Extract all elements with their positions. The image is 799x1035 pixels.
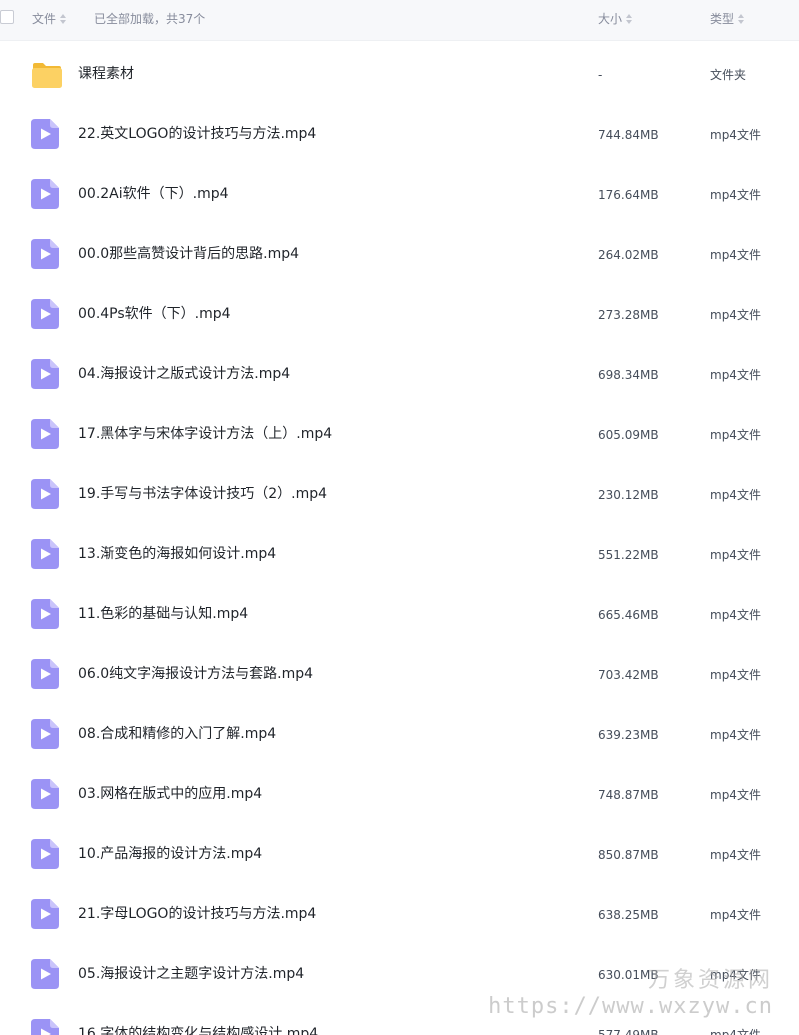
- file-size: 264.02MB: [598, 248, 659, 262]
- file-row[interactable]: 00.0那些高赞设计背后的思路.mp4 264.02MB mp4文件: [0, 224, 799, 284]
- file-type: mp4文件: [710, 968, 761, 982]
- file-type: mp4文件: [710, 608, 761, 622]
- file-name[interactable]: 课程素材: [78, 65, 134, 83]
- video-file-icon: [31, 239, 59, 273]
- file-type: mp4文件: [710, 908, 761, 922]
- file-name[interactable]: 16.字体的结构变化与结构感设计.mp4: [78, 1025, 318, 1035]
- video-file-icon: [31, 1019, 59, 1035]
- column-header-size[interactable]: 大小: [598, 11, 633, 27]
- file-list-header: 文件 已全部加载，共37个 大小 类型: [0, 0, 799, 41]
- file-row[interactable]: 16.字体的结构变化与结构感设计.mp4 577.49MB mp4文件: [0, 1004, 799, 1035]
- file-size: 748.87MB: [598, 788, 659, 802]
- file-row[interactable]: 00.4Ps软件（下）.mp4 273.28MB mp4文件: [0, 284, 799, 344]
- file-size: 744.84MB: [598, 128, 659, 142]
- file-name[interactable]: 04.海报设计之版式设计方法.mp4: [78, 365, 290, 383]
- file-name[interactable]: 08.合成和精修的入门了解.mp4: [78, 725, 276, 743]
- video-file-icon: [31, 719, 59, 753]
- video-file-icon: [31, 599, 59, 633]
- file-row[interactable]: 04.海报设计之版式设计方法.mp4 698.34MB mp4文件: [0, 344, 799, 404]
- file-type: mp4文件: [710, 128, 761, 142]
- file-size: 703.42MB: [598, 668, 659, 682]
- video-file-icon: [31, 359, 59, 393]
- file-type: mp4文件: [710, 428, 761, 442]
- file-name[interactable]: 00.4Ps软件（下）.mp4: [78, 305, 231, 323]
- file-name[interactable]: 00.0那些高赞设计背后的思路.mp4: [78, 245, 299, 263]
- video-file-icon: [31, 179, 59, 213]
- video-file-icon: [31, 299, 59, 333]
- file-size: 638.25MB: [598, 908, 659, 922]
- column-header-file[interactable]: 文件: [32, 11, 67, 27]
- file-name[interactable]: 11.色彩的基础与认知.mp4: [78, 605, 248, 623]
- column-header-type-label: 类型: [710, 12, 735, 26]
- file-type: mp4文件: [710, 728, 761, 742]
- file-name[interactable]: 21.字母LOGO的设计技巧与方法.mp4: [78, 905, 316, 923]
- file-row[interactable]: 10.产品海报的设计方法.mp4 850.87MB mp4文件: [0, 824, 799, 884]
- file-type: mp4文件: [710, 488, 761, 502]
- file-name[interactable]: 22.英文LOGO的设计技巧与方法.mp4: [78, 125, 316, 143]
- file-size: 698.34MB: [598, 368, 659, 382]
- folder-icon: [31, 61, 63, 93]
- sort-icon: [626, 14, 633, 24]
- file-size: 577.49MB: [598, 1028, 659, 1035]
- video-file-icon: [31, 659, 59, 693]
- file-row[interactable]: 21.字母LOGO的设计技巧与方法.mp4 638.25MB mp4文件: [0, 884, 799, 944]
- file-type: mp4文件: [710, 848, 761, 862]
- file-type: mp4文件: [710, 788, 761, 802]
- video-file-icon: [31, 479, 59, 513]
- file-row[interactable]: 00.2Ai软件（下）.mp4 176.64MB mp4文件: [0, 164, 799, 224]
- file-name[interactable]: 03.网格在版式中的应用.mp4: [78, 785, 262, 803]
- file-type: mp4文件: [710, 1028, 761, 1035]
- video-file-icon: [31, 539, 59, 573]
- video-file-icon: [31, 119, 59, 153]
- file-name[interactable]: 19.手写与书法字体设计技巧（2）.mp4: [78, 485, 327, 503]
- select-all-checkbox[interactable]: [0, 10, 14, 24]
- file-list: 课程素材 - 文件夹 22.英文LOGO的设计技巧与方法.mp4 744.84MB mp4…: [0, 44, 799, 1035]
- file-row[interactable]: 22.英文LOGO的设计技巧与方法.mp4 744.84MB mp4文件: [0, 104, 799, 164]
- file-size: 605.09MB: [598, 428, 659, 442]
- file-name[interactable]: 05.海报设计之主题字设计方法.mp4: [78, 965, 304, 983]
- sort-icon: [60, 14, 67, 24]
- column-header-size-label: 大小: [598, 12, 623, 26]
- file-type: mp4文件: [710, 248, 761, 262]
- file-row[interactable]: 13.渐变色的海报如何设计.mp4 551.22MB mp4文件: [0, 524, 799, 584]
- file-name[interactable]: 13.渐变色的海报如何设计.mp4: [78, 545, 276, 563]
- file-list-page: 文件 已全部加载，共37个 大小 类型 课程素材 - 文件夹 22.英文LOGO的设计…: [0, 0, 799, 1035]
- file-size: 639.23MB: [598, 728, 659, 742]
- video-file-icon: [31, 419, 59, 453]
- column-header-file-label: 文件: [32, 12, 57, 26]
- file-row[interactable]: 03.网格在版式中的应用.mp4 748.87MB mp4文件: [0, 764, 799, 824]
- file-size: 230.12MB: [598, 488, 659, 502]
- file-row[interactable]: 11.色彩的基础与认知.mp4 665.46MB mp4文件: [0, 584, 799, 644]
- file-type: mp4文件: [710, 368, 761, 382]
- file-row[interactable]: 05.海报设计之主题字设计方法.mp4 630.01MB mp4文件: [0, 944, 799, 1004]
- video-file-icon: [31, 899, 59, 933]
- video-file-icon: [31, 839, 59, 873]
- file-row[interactable]: 08.合成和精修的入门了解.mp4 639.23MB mp4文件: [0, 704, 799, 764]
- file-size: -: [598, 68, 603, 82]
- file-name[interactable]: 17.黑体字与宋体字设计方法（上）.mp4: [78, 425, 332, 443]
- file-row[interactable]: 19.手写与书法字体设计技巧（2）.mp4 230.12MB mp4文件: [0, 464, 799, 524]
- file-type: 文件夹: [710, 68, 747, 82]
- file-size: 665.46MB: [598, 608, 659, 622]
- file-size: 273.28MB: [598, 308, 659, 322]
- file-type: mp4文件: [710, 548, 761, 562]
- video-file-icon: [31, 959, 59, 993]
- file-row[interactable]: 06.0纯文字海报设计方法与套路.mp4 703.42MB mp4文件: [0, 644, 799, 704]
- video-file-icon: [31, 779, 59, 813]
- file-row[interactable]: 17.黑体字与宋体字设计方法（上）.mp4 605.09MB mp4文件: [0, 404, 799, 464]
- file-name[interactable]: 10.产品海报的设计方法.mp4: [78, 845, 262, 863]
- sort-icon: [738, 14, 745, 24]
- loaded-count-text: 已全部加载，共37个: [94, 12, 206, 26]
- file-type: mp4文件: [710, 188, 761, 202]
- file-size: 176.64MB: [598, 188, 659, 202]
- file-name[interactable]: 00.2Ai软件（下）.mp4: [78, 185, 229, 203]
- file-size: 630.01MB: [598, 968, 659, 982]
- file-size: 551.22MB: [598, 548, 659, 562]
- column-header-type[interactable]: 类型: [710, 11, 745, 27]
- file-type: mp4文件: [710, 668, 761, 682]
- file-name[interactable]: 06.0纯文字海报设计方法与套路.mp4: [78, 665, 313, 683]
- file-type: mp4文件: [710, 308, 761, 322]
- file-row[interactable]: 课程素材 - 文件夹: [0, 44, 799, 104]
- file-size: 850.87MB: [598, 848, 659, 862]
